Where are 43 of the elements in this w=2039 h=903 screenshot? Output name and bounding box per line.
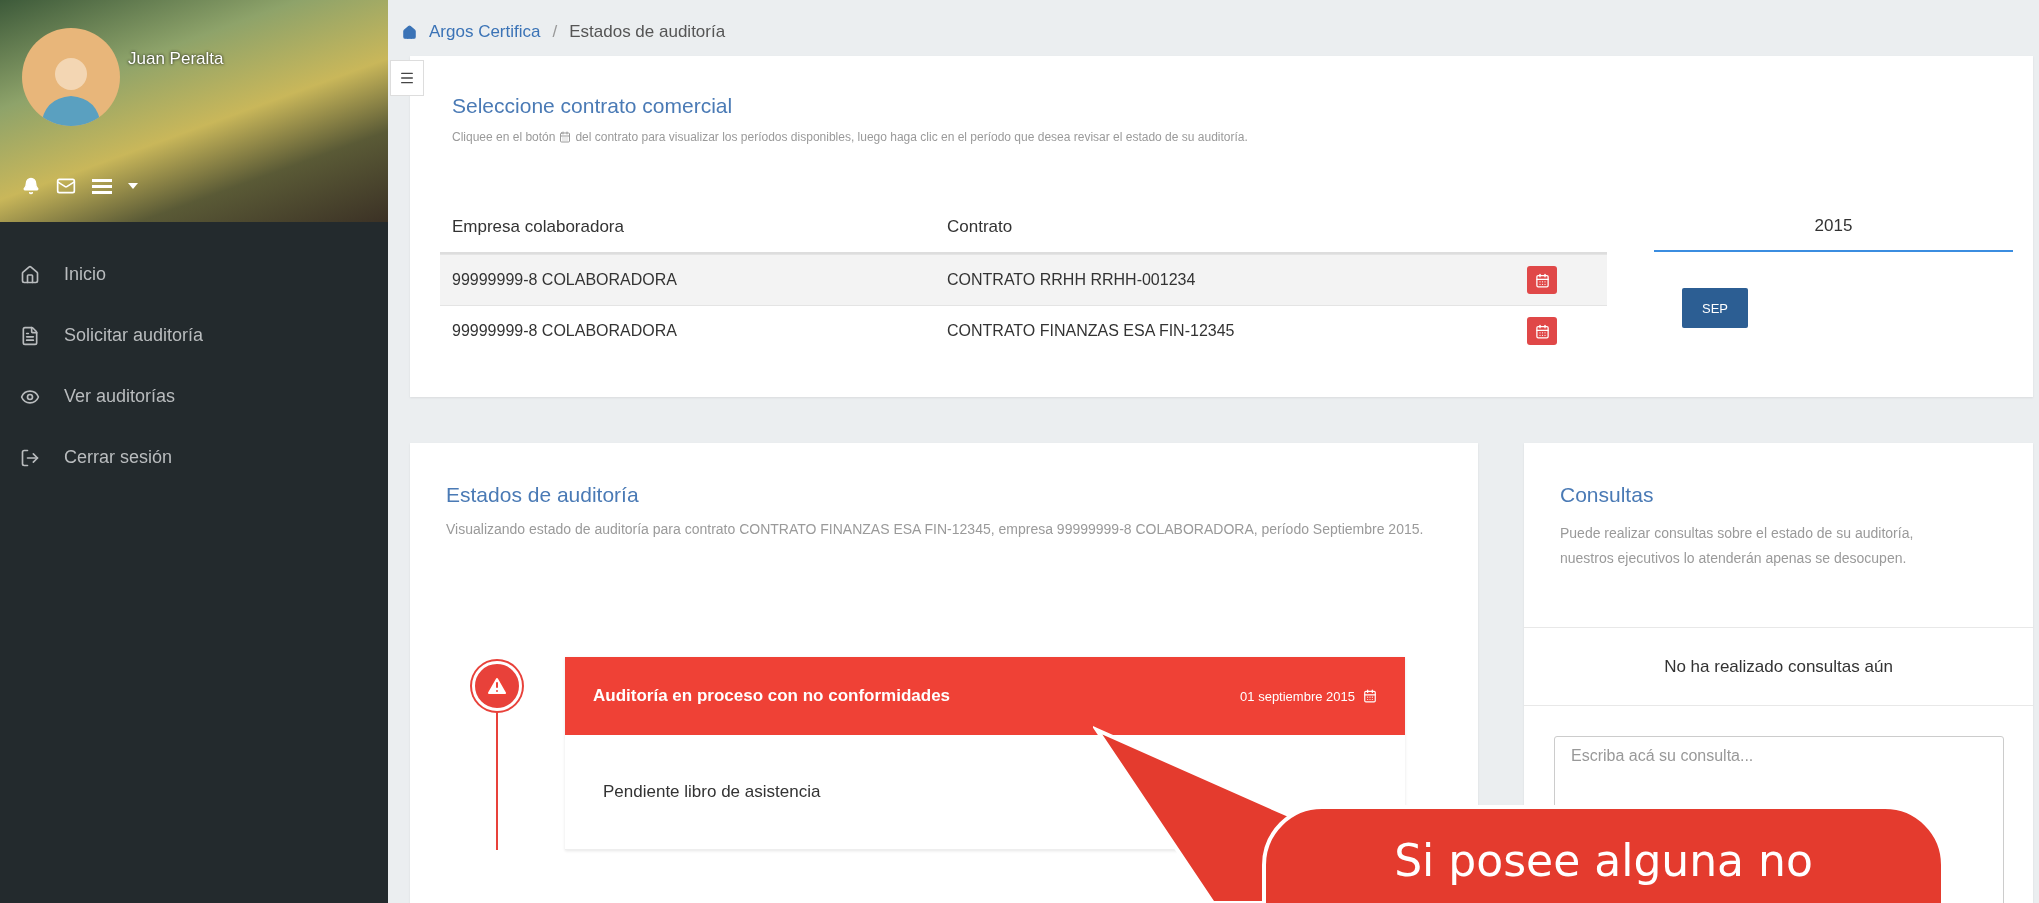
card-title: Estados de auditoría — [446, 483, 640, 507]
status-date: 01 septiembre 2015 — [1240, 688, 1355, 704]
calendar-icon — [559, 131, 572, 143]
list-icon[interactable] — [92, 178, 112, 194]
caret-down-icon[interactable] — [128, 183, 138, 189]
menu-icon — [399, 70, 415, 86]
column-header: Contrato — [946, 217, 1014, 237]
card-description: Cliquee en el botón — [452, 130, 556, 144]
column-header: Empresa colaboradora — [451, 217, 625, 237]
month-button[interactable]: SEP — [1682, 288, 1748, 328]
home-icon — [20, 264, 40, 285]
home-icon — [402, 24, 417, 40]
status-title: Auditoría en proceso con no conformidades — [593, 686, 951, 706]
calendar-button[interactable] — [1527, 317, 1557, 345]
card-description: del contrato para visualizar los períodos disponibles, luego haga clic en el período que desea revisar el estado de su auditoría. — [575, 130, 1248, 144]
table-cell-text: CONTRATO FINANZAS ESA FIN-12345 — [946, 322, 1236, 340]
calendar-button[interactable] — [1527, 266, 1557, 294]
card-description: Puede realizar consultas sobre el estado de su auditoría, nuestros ejecutivos lo atenderán apenas se desocupen. — [1560, 524, 1915, 568]
user-name: Juan Peralta — [128, 49, 224, 69]
breadcrumb-separator: / — [552, 22, 558, 42]
mail-icon[interactable] — [56, 176, 76, 196]
notifications-icon[interactable] — [22, 177, 40, 195]
breadcrumb-link[interactable]: Argos Certifica — [429, 22, 541, 42]
empty-message: No ha realizado consultas aún — [1524, 628, 2033, 706]
table-cell-text: CONTRATO RRHH RRHH-001234 — [946, 271, 1197, 289]
card-title: Seleccione contrato comercial — [452, 94, 734, 118]
calendar-icon — [1363, 689, 1377, 703]
calendar-icon — [1534, 323, 1550, 339]
nav-item[interactable]: Ver auditorías — [0, 366, 388, 427]
table-cell-text: 99999999-8 COLABORADORA — [451, 271, 678, 289]
current-page-label: Estados de auditoría — [569, 22, 726, 42]
menu-button[interactable] — [390, 60, 424, 96]
card-description: Visualizando estado de auditoría para contrato CONTRATO FINANZAS ESA FIN-12345, empresa 99999999-8 COLABORADORA, período Septiembre 2015. — [446, 520, 1425, 539]
card-title: Consultas — [1560, 483, 1655, 507]
warning-icon — [471, 661, 522, 711]
logout-icon — [20, 447, 40, 468]
nav-item[interactable]: Solicitar auditoría — [0, 305, 388, 366]
nav-item[interactable]: Cerrar sesión — [0, 427, 388, 488]
document-icon — [20, 325, 40, 346]
year-header: 2015 — [1654, 216, 2013, 252]
table-cell-text: 99999999-8 COLABORADORA — [451, 322, 678, 340]
calendar-icon — [1534, 272, 1550, 288]
nav-item[interactable]: Inicio — [0, 244, 388, 305]
